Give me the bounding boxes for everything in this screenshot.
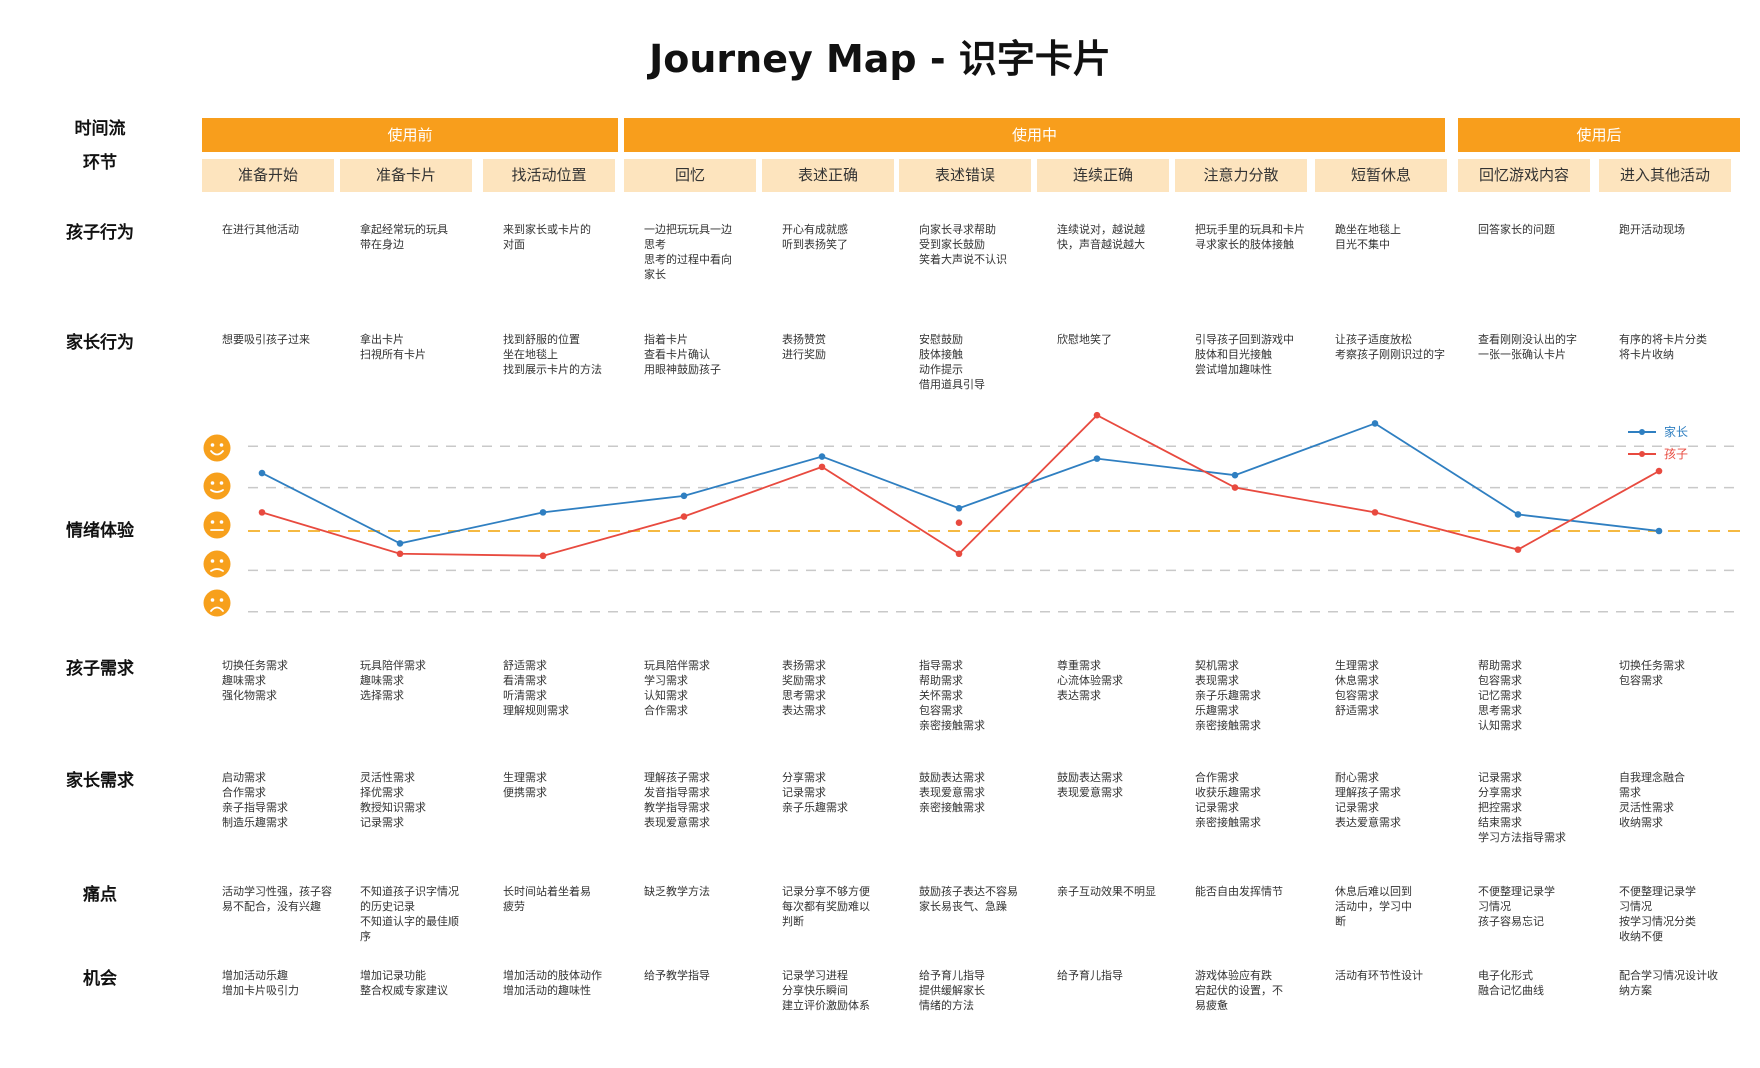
very-happy-face-icon — [203, 434, 231, 462]
emotion-point — [1371, 420, 1379, 427]
legend-label: 家长 — [1664, 424, 1688, 439]
emotion-point — [258, 469, 266, 477]
emotion-point — [1231, 484, 1239, 491]
emotion-point — [258, 509, 266, 516]
emotion-point — [1093, 411, 1101, 419]
emotion-annotation-point — [955, 519, 963, 527]
sad-face-icon — [203, 550, 231, 578]
emotion-point — [1514, 511, 1522, 518]
legend-marker — [1639, 451, 1645, 457]
emotion-point — [680, 492, 688, 500]
emotion-point — [818, 453, 826, 460]
emotion-point — [680, 513, 688, 520]
emotion-point — [818, 463, 826, 471]
emotion-point — [955, 504, 963, 512]
emotion-point — [1514, 546, 1522, 553]
emotion-point — [1655, 527, 1663, 535]
emotion-point — [1655, 467, 1663, 475]
emotion-chart: 家长孩子 — [203, 411, 1740, 617]
emotion-point — [539, 552, 547, 560]
legend-label: 孩子 — [1664, 447, 1688, 461]
legend-marker — [1639, 429, 1645, 435]
emotion-point — [955, 550, 963, 558]
emotion-point — [1371, 509, 1379, 516]
very-sad-face-icon — [203, 589, 231, 617]
emotion-point — [539, 509, 547, 516]
emotion-point — [1231, 471, 1239, 479]
emotion-point — [396, 550, 404, 558]
emotion-point — [396, 540, 404, 547]
emotion-series-line — [261, 414, 1660, 557]
neutral-face-icon — [203, 511, 231, 539]
happy-face-icon — [203, 472, 231, 500]
emotion-point — [1093, 455, 1101, 462]
